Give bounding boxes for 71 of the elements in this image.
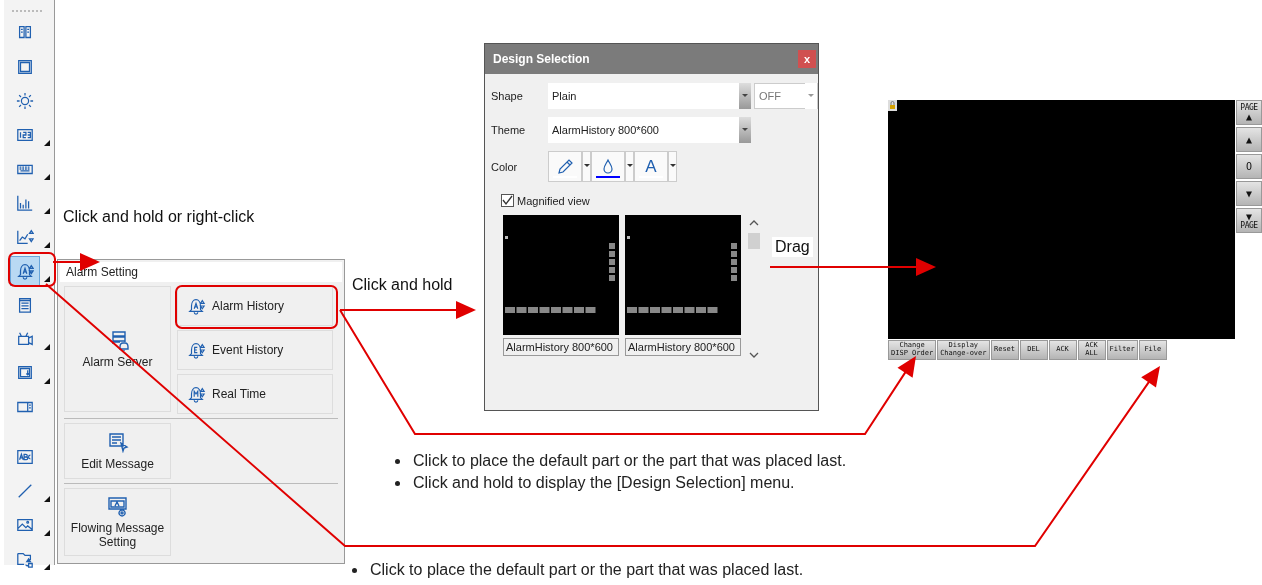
field-label: Color (491, 160, 519, 173)
bullet-icon (352, 567, 357, 573)
part-tile[interactable]: Flowing Message Setting (64, 488, 171, 556)
bell-icon (186, 385, 206, 403)
dropdown-triangle-icon[interactable] (44, 140, 50, 146)
dropdown-triangle-icon[interactable] (44, 344, 50, 350)
number-display-icon (16, 126, 34, 144)
field-label: Shape (491, 90, 524, 102)
checkmark-icon (502, 195, 513, 206)
line-color-button[interactable] (548, 151, 582, 182)
toolbar-button[interactable] (10, 256, 40, 286)
design-caption: AlarmHistory 800*600 (625, 338, 741, 356)
diagonal-line-icon (16, 482, 34, 500)
document-cursor-icon (106, 431, 129, 453)
note-text: Click to place the default part or the part that was placed last. (370, 561, 804, 579)
dropdown-field[interactable]: Plain (548, 83, 751, 109)
bell-icon (16, 262, 34, 280)
part-tile[interactable]: Event History (177, 330, 333, 370)
design-thumbnail[interactable] (503, 215, 619, 335)
dropdown-triangle-icon[interactable] (44, 378, 50, 384)
scroll-button[interactable]: ▼ (1236, 181, 1262, 206)
screen-gear-icon (106, 495, 129, 517)
scroll-button[interactable]: ▼ PAGE (1236, 208, 1262, 233)
design-caption: AlarmHistory 800*600 (503, 338, 619, 356)
square-frame-icon (16, 58, 34, 76)
dropdown-triangle-icon[interactable] (44, 530, 50, 536)
text-label-icon (16, 448, 34, 466)
bell-icon (186, 297, 206, 315)
instruction-text: Click and hold or right-click (63, 208, 255, 226)
notepad-icon (16, 296, 34, 314)
scrollbar-thumb[interactable] (748, 233, 760, 249)
dropdown-triangle-icon[interactable] (44, 276, 50, 282)
bell-icon (186, 341, 206, 359)
data-window-icon (16, 364, 34, 382)
magnified-view-checkbox[interactable]: Magnified view (501, 194, 818, 207)
bullet-icon (395, 458, 400, 464)
dropdown-field[interactable]: AlarmHistory 800*600 (548, 117, 751, 143)
scroll-button[interactable]: O (1236, 154, 1262, 179)
folder-shapes-icon (16, 550, 34, 568)
dropdown-triangle-icon[interactable] (44, 174, 50, 180)
chevron-down-icon[interactable] (749, 351, 759, 359)
dropdown-triangle-icon[interactable] (44, 208, 50, 214)
dropdown-arrow-button[interactable] (668, 151, 677, 182)
close-button[interactable]: x (798, 50, 816, 68)
note-text: Click to place the default part or the part that was placed last. (413, 452, 847, 470)
part-tile[interactable]: Edit Message (64, 423, 171, 479)
part-tile[interactable]: Real Time (177, 374, 333, 414)
font-color-button[interactable]: A (634, 151, 668, 182)
dropdown-triangle-icon[interactable] (44, 242, 50, 248)
line-chart-icon (16, 228, 34, 246)
chevron-up-icon[interactable] (749, 219, 759, 227)
dropdown-field[interactable]: OFF (754, 83, 818, 109)
note-text: Click and hold to display the [Design Selection] menu. (413, 474, 795, 492)
instruction-text: Click and hold (352, 276, 453, 294)
dropdown-triangle-icon[interactable] (44, 496, 50, 502)
field-label: Theme (491, 124, 527, 136)
lock-icon (888, 100, 897, 111)
scroll-button[interactable]: PAGE ▲ (1236, 100, 1262, 125)
camera-icon (16, 330, 34, 348)
design-thumbnail[interactable] (625, 215, 741, 335)
window-title: Design Selection (493, 52, 590, 66)
scroll-button[interactable]: ▲ (1236, 127, 1262, 152)
fill-color-button[interactable] (591, 151, 625, 182)
bullet-icon (395, 480, 400, 486)
sun-icon (16, 92, 34, 110)
panel-title: Alarm Setting (60, 262, 342, 282)
picture-icon (16, 516, 34, 534)
dropdown-triangle-icon[interactable] (44, 564, 50, 570)
drag-label: Drag (772, 237, 813, 257)
highlight-frame (8, 252, 56, 287)
bar-chart-icon (16, 194, 34, 212)
